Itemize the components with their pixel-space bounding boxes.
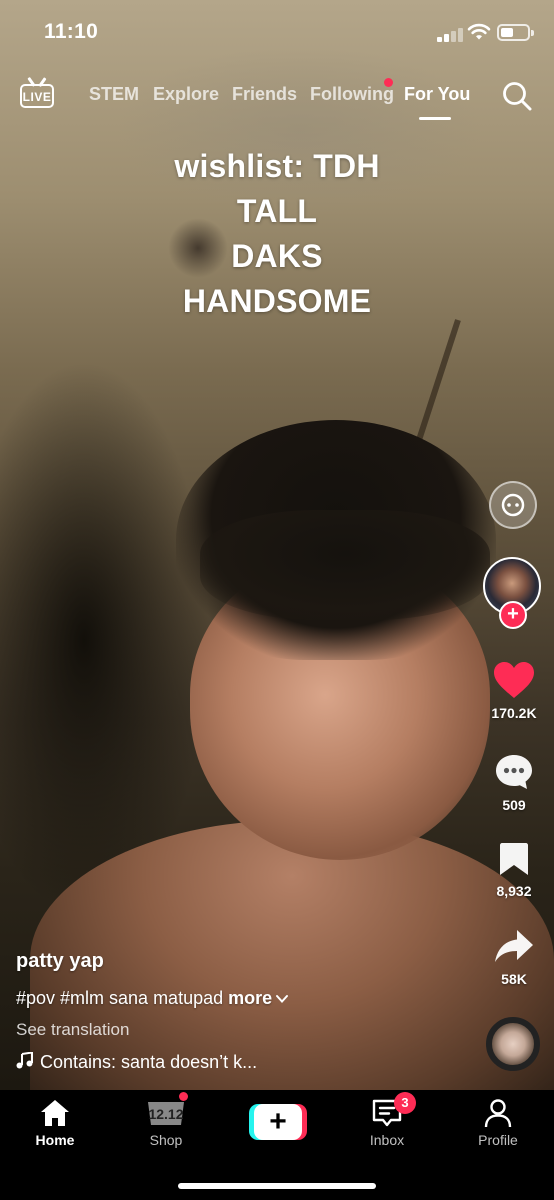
nav-profile-label: Profile [478,1132,518,1148]
shop-notification-dot [179,1092,188,1101]
plus-icon: + [254,1104,302,1140]
follow-button[interactable]: + [499,601,527,629]
tab-following[interactable]: Following [310,84,394,105]
caption-line: TALL [236,193,318,229]
video-hair-front [200,510,490,620]
description-text: #pov #mlm sana matupad [16,988,224,1008]
profile-icon [484,1099,512,1128]
share-button[interactable]: 58K [484,926,544,987]
chevron-down-icon [276,995,289,1004]
tab-for-you[interactable]: For You [404,84,470,105]
following-notification-dot [384,78,393,87]
author-name[interactable]: patty yap [16,950,104,973]
live-label: LIVE [22,90,52,104]
status-time: 11:10 [44,20,99,43]
status-bar: 11:10 [0,0,554,64]
share-count: 58K [501,971,527,987]
cellular-signal-icon [437,26,463,42]
nav-shop-label: Shop [149,1132,183,1148]
tab-stem[interactable]: STEM [89,84,139,105]
sound-title: Contains: santa doesn’t k... [40,1052,258,1072]
video-torso [30,820,554,1090]
heart-icon [494,662,534,698]
inbox-badge: 3 [394,1092,416,1114]
nav-inbox-label: Inbox [369,1132,405,1148]
comment-button[interactable]: 509 [484,752,544,813]
caption-line: wishlist: TDH [174,148,380,184]
bookmark-icon [500,843,528,875]
music-note-icon [16,1051,33,1069]
home-indicator [178,1183,376,1189]
caption-line: HANDSOME [182,283,372,319]
share-arrow-icon [495,930,533,962]
create-button[interactable]: + [249,1104,307,1140]
video-caption-overlay: wishlist: TDH TALL DAKS HANDSOME [100,144,454,324]
home-icon [41,1100,69,1126]
wifi-icon [467,23,491,40]
shop-badge-text: 12.12 [148,1106,183,1122]
like-button[interactable]: 170.2K [484,660,544,721]
battery-icon [497,24,534,41]
caption-line: DAKS [231,238,323,274]
like-count: 170.2K [491,705,537,721]
more-link[interactable]: more [228,988,272,1008]
search-icon[interactable] [501,80,533,112]
see-translation-link[interactable]: See translation [16,1020,129,1040]
nav-profile[interactable]: Profile [458,1098,538,1148]
tab-explore[interactable]: Explore [153,84,219,105]
post-description[interactable]: #pov #mlm sana matupad more [16,988,289,1009]
ai-face-icon [501,493,525,517]
comment-icon [496,755,532,789]
ai-assistant-button[interactable] [489,481,537,529]
nav-shop[interactable]: 12.12 Shop [126,1098,206,1148]
active-tab-indicator [419,117,451,120]
tab-friends[interactable]: Friends [232,84,297,105]
top-nav: LIVE STEM Explore Friends Following For … [0,72,554,122]
live-button[interactable]: LIVE [18,76,56,112]
comment-count: 509 [502,797,526,813]
nav-home[interactable]: Home [15,1098,95,1148]
nav-home-label: Home [35,1132,75,1148]
music-disc[interactable] [486,1017,540,1071]
shop-sale-icon: 12.12 [148,1102,184,1125]
save-button[interactable]: 8,932 [484,840,544,899]
save-count: 8,932 [496,883,532,899]
sound-link[interactable]: Contains: santa doesn’t k... [16,1051,258,1073]
